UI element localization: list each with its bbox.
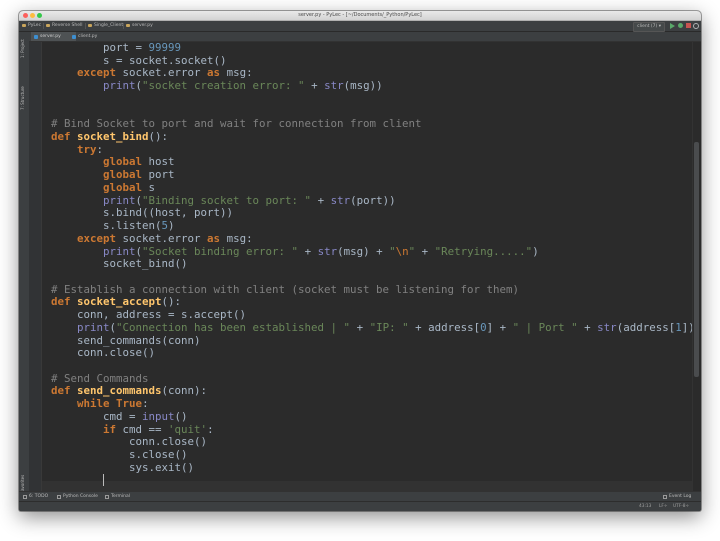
breadcrumb-file[interactable]: server.py [126, 21, 153, 31]
code-line[interactable]: s.close() [51, 448, 701, 462]
code-line[interactable]: print("Connection has been established |… [51, 321, 701, 335]
structure-tool-button[interactable]: 7: Structure [20, 86, 25, 110]
terminal-label: Terminal [111, 494, 131, 499]
code-line[interactable]: cmd = input() [51, 410, 701, 424]
python-file-icon [34, 34, 38, 39]
terminal-icon [105, 495, 109, 499]
event-log-label: Event Log [669, 494, 692, 499]
run-icon[interactable] [670, 23, 675, 29]
code-line[interactable] [51, 93, 701, 106]
title-bar: server.py - PyLec - [~/Documents/_Python… [19, 11, 701, 21]
run-configuration-select[interactable]: client (7) ▾ [633, 22, 665, 32]
line-separator[interactable]: LF÷ [659, 502, 667, 511]
code-line[interactable]: socket_bind() [51, 257, 701, 271]
code-line[interactable]: conn.close() [51, 347, 701, 360]
editor-scrollbar[interactable] [692, 42, 701, 492]
stop-icon[interactable] [686, 23, 691, 28]
breadcrumb-project[interactable]: PyLec [22, 21, 41, 31]
code-text[interactable]: port = 99999 s = socket.socket() except … [51, 41, 701, 487]
breadcrumb-separator [43, 23, 44, 29]
python-console-label: Python Console [63, 494, 98, 499]
navigation-bar: PyLec Reverse Shell Single_Client server… [19, 21, 701, 32]
code-editor[interactable]: port = 99999 s = socket.socket() except … [29, 41, 701, 494]
todo-label: 6: TODO [29, 494, 49, 499]
code-line[interactable]: sys.exit() [51, 461, 701, 475]
breadcrumb-folder-reverse-shell[interactable]: Reverse Shell [46, 21, 83, 31]
text-cursor [103, 474, 105, 487]
code-line[interactable]: port = 99999 [51, 41, 701, 55]
project-tool-button[interactable]: 1: Project [20, 39, 25, 58]
search-icon[interactable] [693, 23, 699, 29]
window-title: server.py - PyLec - [~/Documents/_Python… [298, 12, 422, 18]
tab-label: server.py [40, 34, 61, 39]
breadcrumb-folder-single-client[interactable]: Single_Client [88, 21, 123, 31]
python-file-icon [72, 34, 76, 39]
file-encoding[interactable]: UTF-8÷ [673, 502, 689, 511]
debug-icon[interactable] [678, 23, 683, 28]
status-bar: 43:13 LF÷ UTF-8÷ [19, 501, 701, 511]
editor-gutter [29, 42, 42, 492]
code-line[interactable]: s.listen(5) [51, 219, 701, 233]
ide-window: server.py - PyLec - [~/Documents/_Python… [19, 11, 701, 511]
code-line[interactable]: global port [51, 168, 701, 182]
breadcrumb-separator [123, 23, 124, 29]
code-line[interactable]: print("socket creation error: " + str(ms… [51, 79, 701, 93]
python-console-icon [57, 495, 61, 499]
cursor-position[interactable]: 43:13 [639, 502, 651, 511]
code-line[interactable]: def socket_bind(): [51, 130, 701, 144]
code-line[interactable] [51, 474, 701, 487]
breadcrumb-separator [85, 23, 86, 29]
scrollbar-thumb[interactable] [694, 142, 699, 377]
tab-label: client.py [78, 34, 98, 39]
todo-icon [23, 495, 27, 499]
tab-client-py[interactable]: client.py [69, 32, 112, 41]
event-log-icon [663, 495, 667, 499]
